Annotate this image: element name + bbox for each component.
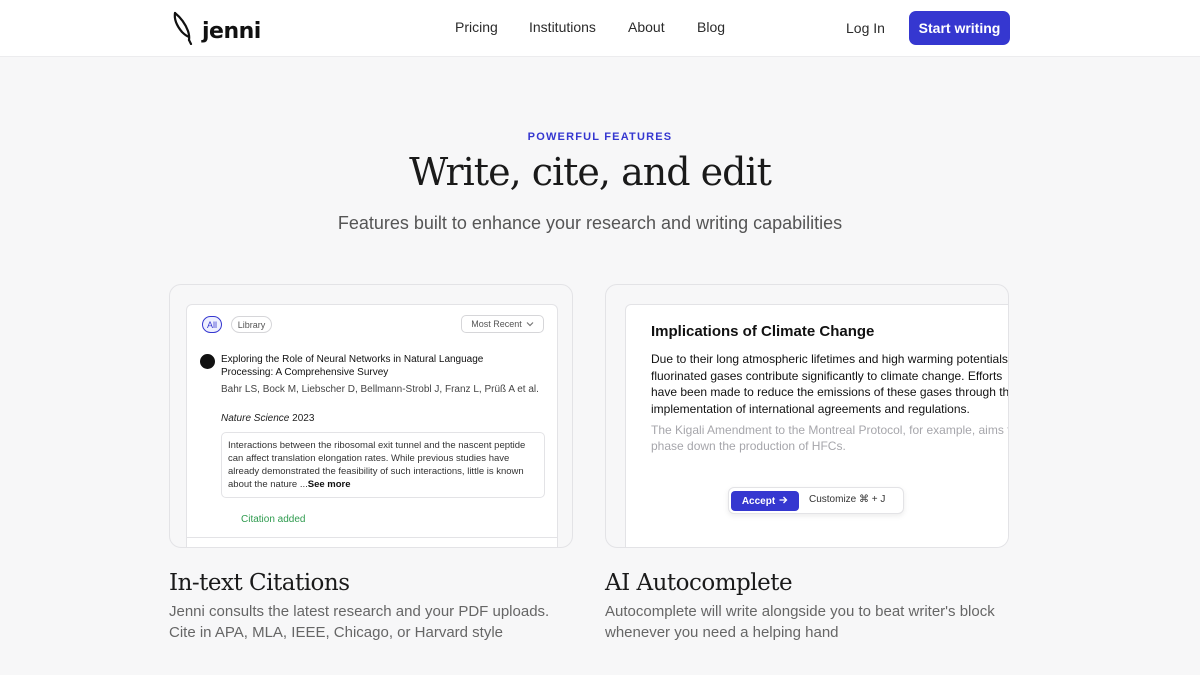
section-headline: Write, cite, and edit <box>409 150 772 194</box>
nav-about[interactable]: About <box>628 19 665 35</box>
citation-search-panel: All Library Most Recent Exploring the Ro… <box>186 304 558 547</box>
document-title: Implications of Climate Change <box>651 323 875 340</box>
citations-feature-card: All Library Most Recent Exploring the Ro… <box>169 284 573 548</box>
citations-feature-description: Jenni consults the latest research and y… <box>169 603 550 641</box>
nav-pricing[interactable]: Pricing <box>455 19 498 35</box>
editor-document: Implications of Climate Change Due to th… <box>625 304 1009 547</box>
arrow-right-icon <box>779 496 788 507</box>
accept-label: Accept <box>741 495 776 507</box>
filter-all-chip[interactable]: All <box>202 316 222 333</box>
sort-dropdown[interactable]: Most Recent <box>461 315 544 333</box>
see-more-link[interactable]: See more <box>308 479 351 490</box>
section-subhead: Features built to enhance your research … <box>337 213 843 233</box>
autocomplete-suggestion: The Kigali Amendment to the Montreal Pro… <box>651 423 1009 453</box>
journal-name: Nature Science <box>221 413 290 424</box>
accept-button[interactable]: Accept <box>731 491 799 511</box>
start-writing-button[interactable]: Start writing <box>909 11 1010 45</box>
citations-feature-title: In-text Citations <box>169 570 350 596</box>
main-nav: Pricing Institutions About Blog <box>0 19 1200 39</box>
paper-abstract: Interactions between the ribosomal exit … <box>221 432 545 498</box>
document-body: Due to their long atmospheric lifetimes … <box>651 352 1009 416</box>
suggestion-toolbar: Accept Customize ⌘ + J <box>728 487 904 514</box>
site-header: jenni Pricing Institutions About Blog Lo… <box>0 0 1200 57</box>
divider <box>187 537 557 538</box>
paper-authors: Bahr LS, Bock M, Liebscher D, Bellmann-S… <box>221 384 539 395</box>
nav-institutions[interactable]: Institutions <box>529 19 596 35</box>
autocomplete-feature-description: Autocomplete will write alongside you to… <box>605 603 995 641</box>
autocomplete-feature-title: AI Autocomplete <box>605 570 793 596</box>
abstract-text: Interactions between the ribosomal exit … <box>228 440 526 490</box>
nav-blog[interactable]: Blog <box>697 19 725 35</box>
login-link[interactable]: Log In <box>846 20 885 36</box>
autocomplete-feature-card: Implications of Climate Change Due to th… <box>605 284 1009 548</box>
paper-journal: Nature Science 2023 <box>221 413 314 424</box>
chevron-down-icon <box>526 319 534 329</box>
section-eyebrow: POWERFUL FEATURES <box>527 131 673 143</box>
citation-status: Citation added <box>241 514 306 525</box>
filter-library-chip[interactable]: Library <box>231 316 272 333</box>
publication-year: 2023 <box>292 413 315 424</box>
customize-shortcut[interactable]: Customize ⌘ + J <box>809 494 885 505</box>
sort-label: Most Recent <box>471 319 522 329</box>
paper-title[interactable]: Exploring the Role of Neural Networks in… <box>221 353 521 379</box>
journal-avatar <box>200 354 215 369</box>
